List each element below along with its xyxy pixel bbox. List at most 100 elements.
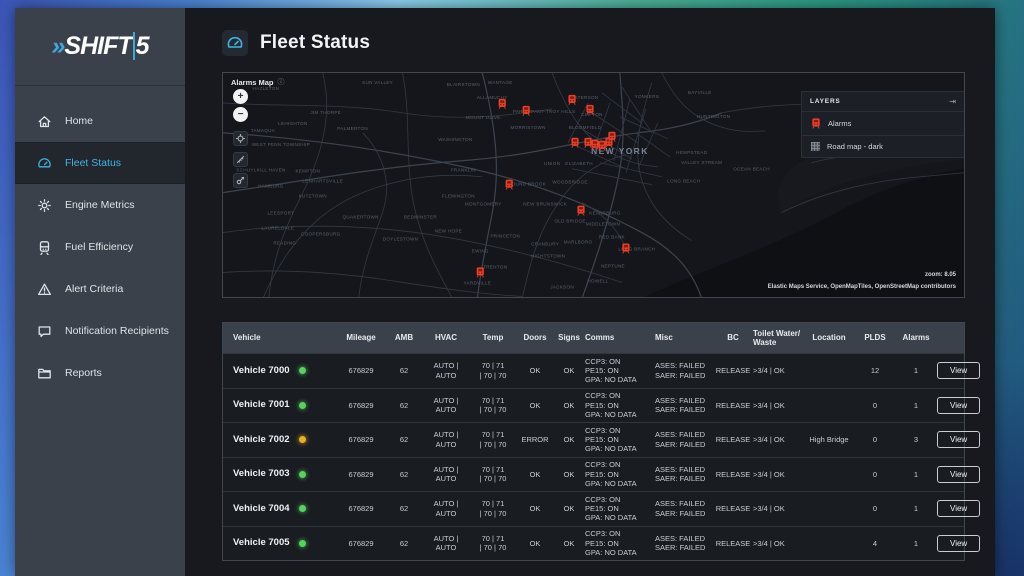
alarms-cell: 3 <box>895 435 937 444</box>
sidebar-item-notification-recipients[interactable]: Notification Recipients <box>15 310 185 352</box>
view-button[interactable]: View <box>937 397 980 414</box>
sidebar-item-label: Fuel Efficiency <box>65 241 133 253</box>
map-town-label: BLOOMFIELD <box>569 125 602 130</box>
vehicle-name: Vehicle 7005 <box>233 537 290 549</box>
view-button[interactable]: View <box>937 431 980 448</box>
table-row: Vehicle 7000 676829 62 AUTO | AUTO 70 | … <box>223 353 964 388</box>
col-header: HVAC <box>423 333 469 342</box>
alarms-cell: 1 <box>895 539 937 548</box>
toilet-cell: >3/4 | OK <box>753 504 803 513</box>
layers-panel: LAYERS ⇥ Alarms Road map - dark <box>801 91 965 158</box>
info-icon[interactable]: ⓘ <box>278 77 285 87</box>
bc-cell: RELEASE <box>713 366 753 375</box>
sidebar-item-fleet-status[interactable]: Fleet Status <box>15 142 185 184</box>
map-town-label: DOYLESTOWN <box>383 237 418 242</box>
comms-cell: CCP3: ON PE15: ON GPA: NO DATA <box>585 357 655 385</box>
map-town-label: YONKERS <box>635 94 659 99</box>
map-town-label: OCEAN BEACH <box>733 167 770 172</box>
map-town-label: BAYVILLE <box>688 90 712 95</box>
temp-cell: 70 | 71 | 70 | 70 <box>469 465 517 484</box>
measure-tool-button[interactable] <box>233 152 248 167</box>
sidebar-item-reports[interactable]: Reports <box>15 352 185 394</box>
signs-cell: OK <box>553 401 585 410</box>
status-dot <box>299 402 306 409</box>
map-town-label: WASHINGTON <box>438 137 472 142</box>
zoom-in-button[interactable]: + <box>233 89 248 104</box>
signs-cell: OK <box>553 435 585 444</box>
toilet-cell: >3/4 | OK <box>753 401 803 410</box>
misc-cell: ASES: FAILED SAER: FAILED <box>655 361 713 380</box>
map-town-label: MONTGOMERY <box>465 202 502 207</box>
misc-cell: ASES: FAILED SAER: FAILED <box>655 534 713 553</box>
logo-chevrons-icon: » <box>51 32 64 60</box>
bc-cell: RELEASE <box>713 470 753 479</box>
doors-cell: OK <box>517 539 553 548</box>
layer-item-alarms[interactable]: Alarms <box>802 112 964 136</box>
amb-cell: 62 <box>385 435 423 444</box>
plds-cell: 0 <box>855 435 895 444</box>
draw-tool-button[interactable] <box>233 173 248 188</box>
col-header: Vehicle <box>233 333 337 342</box>
view-button[interactable]: View <box>937 466 980 483</box>
table-row: Vehicle 7001 676829 62 AUTO | AUTO 70 | … <box>223 388 964 423</box>
signs-cell: OK <box>553 539 585 548</box>
amb-cell: 62 <box>385 539 423 548</box>
comms-cell: CCP3: ON PE15: ON GPA: NO DATA <box>585 426 655 454</box>
map-town-label: EWING <box>472 249 489 254</box>
table-row: Vehicle 7002 676829 62 AUTO | AUTO 70 | … <box>223 422 964 457</box>
misc-cell: ASES: FAILED SAER: FAILED <box>655 465 713 484</box>
train-icon <box>811 118 821 129</box>
map-town-label: HUNTINGTON <box>697 114 730 119</box>
app-window: »SHIFT5 Home Fleet Status Engine Metrics… <box>15 8 995 576</box>
bc-cell: RELEASE <box>713 504 753 513</box>
map-town-label: PRINCETON <box>490 234 520 239</box>
sidebar-item-fuel-efficiency[interactable]: Fuel Efficiency <box>15 226 185 268</box>
view-button[interactable]: View <box>937 500 980 517</box>
vehicle-name: Vehicle 7004 <box>233 503 290 515</box>
col-header: Signs <box>553 333 585 342</box>
comms-cell: CCP3: ON PE15: ON GPA: NO DATA <box>585 391 655 419</box>
table-body: Vehicle 7000 676829 62 AUTO | AUTO 70 | … <box>223 353 964 560</box>
mileage-cell: 676829 <box>337 401 385 410</box>
doors-cell: OK <box>517 504 553 513</box>
sidebar-item-alert-criteria[interactable]: Alert Criteria <box>15 268 185 310</box>
map-town-label: LEHIGHTON <box>278 121 307 126</box>
hvac-cell: AUTO | AUTO <box>423 361 469 380</box>
collapse-layers-icon[interactable]: ⇥ <box>949 97 956 106</box>
toilet-cell: >3/4 | OK <box>753 366 803 375</box>
view-button[interactable]: View <box>937 362 980 379</box>
sidebar-item-engine-metrics[interactable]: Engine Metrics <box>15 184 185 226</box>
table-row: Vehicle 7003 676829 62 AUTO | AUTO 70 | … <box>223 457 964 492</box>
amb-cell: 62 <box>385 470 423 479</box>
locate-tool-button[interactable] <box>233 131 248 146</box>
map-town-label: RED BANK <box>599 235 625 240</box>
vehicle-name: Vehicle 7003 <box>233 468 290 480</box>
amb-cell: 62 <box>385 401 423 410</box>
doors-cell: OK <box>517 366 553 375</box>
map-panel-title: Alarms Map ⓘ <box>231 77 285 87</box>
layer-item-road-map[interactable]: Road map - dark <box>802 136 964 157</box>
comms-cell: CCP3: ON PE15: ON GPA: NO DATA <box>585 460 655 488</box>
map-town-label: KUTZTOWN <box>299 194 327 199</box>
col-header: Doors <box>517 333 553 342</box>
plds-cell: 0 <box>855 504 895 513</box>
amb-cell: 62 <box>385 366 423 375</box>
layers-title: LAYERS <box>810 98 841 105</box>
zoom-out-button[interactable]: − <box>233 107 248 122</box>
col-header: Mileage <box>337 333 385 342</box>
map-town-label: KEMPTON <box>295 169 320 174</box>
map-town-label: YARDVILLE <box>464 280 492 285</box>
map-town-label: LEESPORT <box>267 211 294 216</box>
status-dot <box>299 540 306 547</box>
bc-cell: RELEASE <box>713 435 753 444</box>
sidebar-item-home[interactable]: Home <box>15 100 185 142</box>
page-title: Fleet Status <box>260 32 370 54</box>
engine-icon <box>37 198 52 213</box>
toilet-cell: >3/4 | OK <box>753 470 803 479</box>
alarms-cell: 1 <box>895 401 937 410</box>
view-button[interactable]: View <box>937 535 980 552</box>
status-dot <box>299 367 306 374</box>
hvac-cell: AUTO | AUTO <box>423 499 469 518</box>
comms-cell: CCP3: ON PE15: ON GPA: NO DATA <box>585 495 655 523</box>
signs-cell: OK <box>553 504 585 513</box>
